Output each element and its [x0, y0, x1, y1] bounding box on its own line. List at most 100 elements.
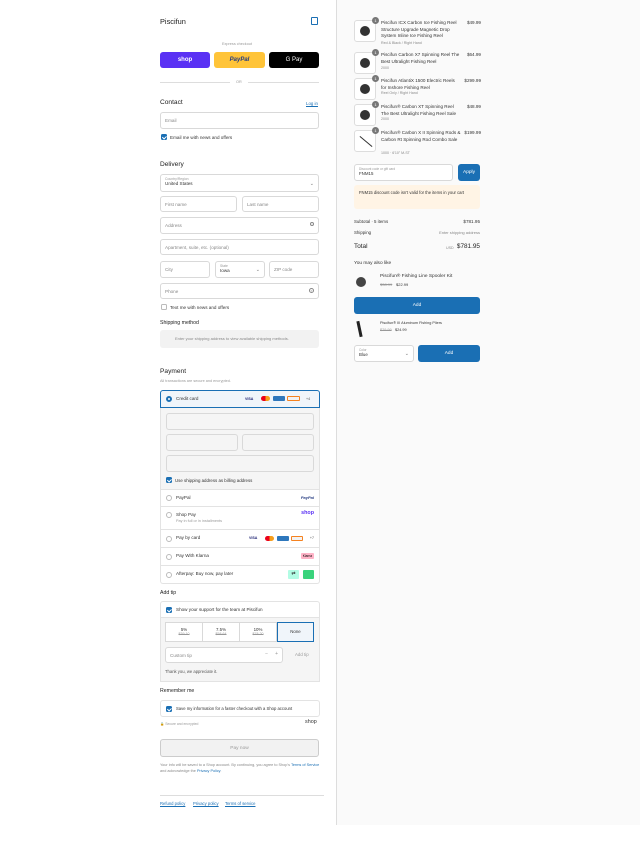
upsell-price: $24.99: [395, 328, 407, 332]
color-select[interactable]: Color Blue ⌄: [354, 345, 414, 362]
refund-policy-link[interactable]: Refund policy: [160, 801, 185, 806]
subtotal-value: $781.95: [463, 219, 480, 224]
terms-of-service-link[interactable]: Terms of service: [225, 801, 255, 806]
payment-title: Payment: [160, 368, 187, 375]
discount-code-field[interactable]: Discount code or gift card FNM15: [354, 164, 453, 181]
discount-error: FNM15 discount code isn't valid for the …: [354, 185, 480, 209]
text-news-label: Text me with news and offers: [170, 305, 230, 310]
tip-support-row[interactable]: Show your support for the team at Piscif…: [160, 601, 320, 618]
spooler-icon: [356, 277, 366, 287]
paypal-button[interactable]: PayPal: [214, 52, 265, 68]
state-value: Iowa: [220, 268, 230, 273]
last-name-field[interactable]: Last name: [242, 196, 319, 212]
shop-pay-button[interactable]: shop: [160, 52, 210, 68]
quantity-badge: 1: [372, 101, 379, 108]
cart-item-title: Piscifun Carbon X7 Spinning Reel The Bes…: [381, 52, 460, 64]
store-name[interactable]: Piscifun: [160, 17, 186, 26]
plus-icon[interactable]: +: [275, 651, 278, 657]
discount-value: FNM15: [359, 171, 374, 176]
shipping-method-box: Enter your shipping address to view avai…: [160, 330, 319, 348]
custom-tip-field[interactable]: Custom tip − +: [165, 647, 283, 663]
visa-icon: VISA: [249, 536, 258, 540]
card-number-field[interactable]: [166, 413, 314, 430]
cart-item-variant: 2000: [381, 117, 389, 121]
pliers-icon: [356, 320, 363, 338]
tip-title: Add tip: [160, 590, 177, 596]
delivery-title: Delivery: [160, 161, 184, 168]
cart-bag-icon[interactable]: [311, 17, 318, 25]
paypal-option[interactable]: PayPal PayPal: [160, 490, 320, 507]
country-select[interactable]: Country/Region United States ⌄: [160, 174, 319, 192]
cart-item-price: $49.99: [466, 20, 481, 25]
tip-option-10[interactable]: 10% $78.20: [239, 622, 277, 642]
tip-support-checkbox[interactable]: [166, 607, 172, 613]
afterpay-option[interactable]: Afterpay: Buy now, pay later ⇄: [160, 566, 320, 584]
klarna-option[interactable]: Pay With Klarna Klarna: [160, 548, 320, 566]
expiry-field[interactable]: [166, 434, 238, 451]
reel-icon: [360, 110, 370, 120]
cashapp-icon: [303, 570, 314, 579]
pay-by-card-label: Pay by card: [176, 535, 201, 540]
upsell-add-button[interactable]: Add: [418, 345, 480, 362]
payment-subtitle: All transactions are secure and encrypte…: [160, 379, 231, 383]
email-field[interactable]: Email: [160, 112, 319, 129]
quantity-badge: 1: [372, 49, 379, 56]
apartment-field[interactable]: Apartment, suite, etc. (optional): [160, 239, 319, 255]
color-value: Blue: [359, 352, 368, 357]
phone-field[interactable]: Phone ?: [160, 283, 319, 299]
secure-text: Secure and encrypted: [165, 722, 199, 726]
privacy-link[interactable]: Privacy Policy: [197, 769, 220, 773]
login-link[interactable]: Log in: [306, 101, 318, 106]
billing-checkbox[interactable]: [166, 477, 172, 483]
cart-item-title: Piscifun® Carbon XT Spinning Reel The Be…: [381, 104, 457, 116]
tip-option-none[interactable]: None: [277, 622, 314, 642]
phone-placeholder: Phone: [165, 288, 179, 294]
add-tip-button[interactable]: Add tip: [295, 652, 309, 657]
credit-card-option[interactable]: Credit card VISA +4: [160, 390, 320, 408]
chevron-down-icon: ⌄: [404, 351, 409, 357]
text-news-checkbox[interactable]: [161, 304, 167, 310]
tip-option-7-5[interactable]: 7.5% $58.64: [202, 622, 240, 642]
save-info-row[interactable]: Save my information for a faster checkou…: [160, 700, 320, 717]
upsell-old-price: $29.99: [380, 328, 392, 332]
address-field[interactable]: Address: [160, 217, 319, 234]
save-info-label: Save my information for a faster checkou…: [176, 706, 293, 711]
shop-pay-option[interactable]: Shop Pay Pay in full or in installments …: [160, 507, 320, 530]
state-select[interactable]: State Iowa ⌄: [215, 261, 265, 278]
pay-now-button[interactable]: Pay now: [160, 739, 319, 757]
shipping-value: Enter shipping address: [439, 230, 480, 235]
paypal-radio[interactable]: [166, 495, 172, 501]
privacy-policy-link[interactable]: Privacy policy: [193, 801, 219, 806]
pay-by-card-radio[interactable]: [166, 536, 172, 542]
tip-option-5[interactable]: 5% $39.10: [165, 622, 203, 642]
apply-button[interactable]: Apply: [458, 164, 480, 181]
afterpay-icon: ⇄: [288, 570, 299, 579]
terms-link[interactable]: Terms of Service: [291, 763, 319, 767]
help-icon[interactable]: ?: [309, 288, 314, 293]
email-news-checkbox[interactable]: [161, 134, 167, 140]
custom-tip-placeholder: Custom tip: [170, 652, 192, 658]
quantity-badge: 1: [372, 17, 379, 24]
upsell-add-button[interactable]: Add: [354, 297, 480, 314]
save-info-checkbox[interactable]: [166, 706, 172, 712]
paypal-option-label: PayPal: [176, 495, 191, 500]
contact-title: Contact: [160, 99, 183, 106]
shop-pay-radio[interactable]: [166, 512, 172, 518]
cart-item-variant: 2000: [381, 66, 389, 70]
pay-by-card-option[interactable]: Pay by card VISA +7: [160, 530, 320, 548]
google-pay-button[interactable]: G Pay: [269, 52, 319, 68]
mastercard-icon: [265, 536, 274, 541]
cart-item-variant: 1000 · 6'10" M-ST: [381, 151, 410, 155]
credit-card-radio[interactable]: [166, 396, 172, 402]
shop-pay-sublabel: Pay in full or in installments: [176, 519, 223, 523]
city-field[interactable]: City: [160, 261, 210, 278]
first-name-field[interactable]: First name: [160, 196, 237, 212]
security-code-field[interactable]: [242, 434, 314, 451]
more-cards-badge: +4: [306, 397, 311, 401]
zip-field[interactable]: ZIP code: [269, 261, 319, 278]
minus-icon[interactable]: −: [265, 651, 268, 657]
klarna-radio[interactable]: [166, 554, 172, 560]
name-on-card-field[interactable]: [166, 455, 314, 472]
afterpay-radio[interactable]: [166, 572, 172, 578]
reel-icon: [360, 58, 370, 68]
